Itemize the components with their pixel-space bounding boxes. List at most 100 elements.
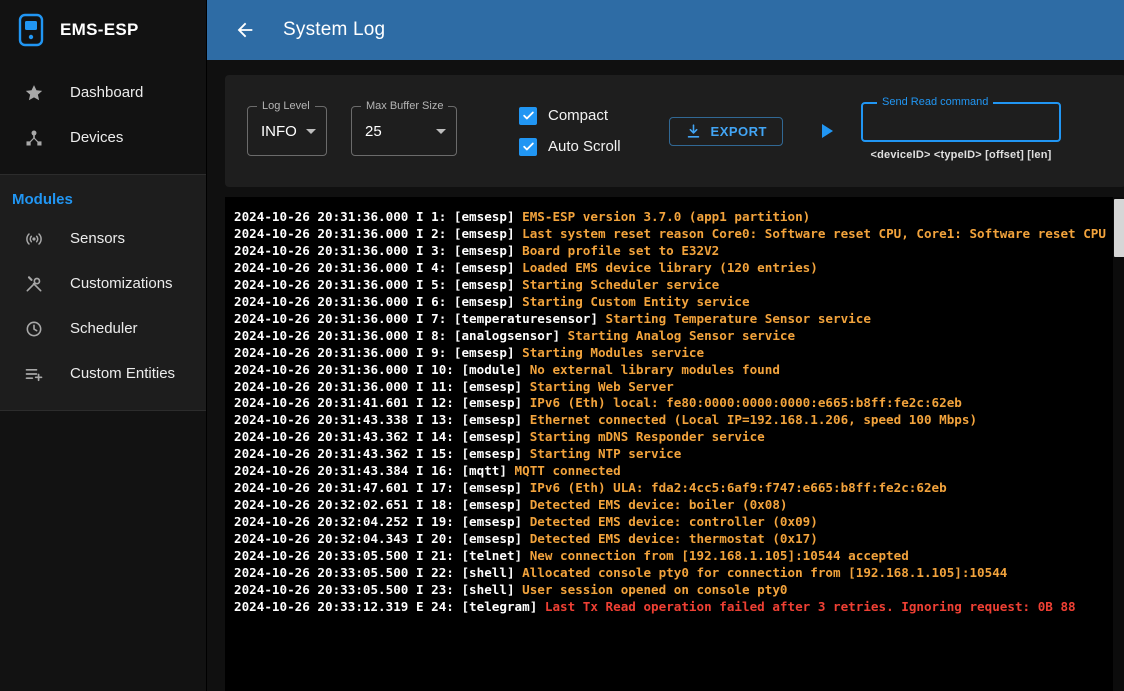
sidebar-item-label: Sensors: [70, 230, 125, 247]
sidebar-modules-section: Modules Sensors: [0, 174, 206, 411]
sidebar-item-label: Dashboard: [70, 84, 143, 101]
log-level-select[interactable]: Log Level INFO: [247, 106, 327, 156]
sidebar-item-sensors[interactable]: Sensors: [0, 216, 206, 261]
send-command-play-button[interactable]: [813, 118, 839, 144]
log-line-prefix: 2024-10-26 20:31:36.000 I 3: [emsesp]: [234, 243, 522, 258]
log-line-prefix: 2024-10-26 20:31:36.000 I 10: [module]: [234, 362, 530, 377]
log-line: 2024-10-26 20:31:36.000 I 2: [emsesp] La…: [234, 226, 1106, 243]
log-line-message: MQTT connected: [515, 463, 621, 478]
chevron-down-icon: [306, 129, 316, 134]
log-lines: 2024-10-26 20:31:36.000 I 1: [emsesp] EM…: [225, 197, 1124, 691]
log-line: 2024-10-26 20:31:36.000 I 7: [temperatur…: [234, 311, 1106, 328]
system-log-panel[interactable]: 2024-10-26 20:31:36.000 I 1: [emsesp] EM…: [225, 197, 1124, 691]
log-line-message: Starting Scheduler service: [522, 277, 719, 292]
log-line-message: Allocated console pty0 for connection fr…: [522, 565, 1007, 580]
chevron-down-icon: [436, 129, 446, 134]
log-line: 2024-10-26 20:32:02.651 I 18: [emsesp] D…: [234, 497, 1106, 514]
tools-icon: [24, 274, 44, 294]
log-line: 2024-10-26 20:32:04.252 I 19: [emsesp] D…: [234, 514, 1106, 531]
log-line: 2024-10-26 20:31:43.338 I 13: [emsesp] E…: [234, 412, 1106, 429]
send-read-label: Send Read command: [877, 96, 993, 108]
export-button[interactable]: EXPORT: [669, 117, 783, 146]
checkbox-checked-icon: [519, 107, 537, 125]
log-line-message: Board profile set to E32V2: [522, 243, 719, 258]
log-line-prefix: 2024-10-26 20:31:43.338 I 13: [emsesp]: [234, 412, 530, 427]
log-line: 2024-10-26 20:33:05.500 I 23: [shell] Us…: [234, 582, 1106, 599]
sidebar-item-custom-entities[interactable]: Custom Entities: [0, 351, 206, 396]
sidebar-item-label: Custom Entities: [70, 365, 175, 382]
compact-checkbox[interactable]: Compact: [519, 107, 621, 125]
log-scrollbar-thumb[interactable]: [1114, 199, 1124, 257]
sidebar-item-label: Customizations: [70, 275, 173, 292]
log-line-message: Starting Custom Entity service: [522, 294, 749, 309]
log-line-prefix: 2024-10-26 20:31:43.384 I 16: [mqtt]: [234, 463, 515, 478]
ems-esp-logo-icon: [16, 12, 46, 48]
log-controls-card: Log Level INFO Max Buffer Size 25: [225, 75, 1124, 187]
log-line-prefix: 2024-10-26 20:31:43.362 I 14: [emsesp]: [234, 429, 530, 444]
log-line-prefix: 2024-10-26 20:32:04.343 I 20: [emsesp]: [234, 531, 530, 546]
log-line-message: User session opened on console pty0: [522, 582, 787, 597]
sidebar-item-devices[interactable]: Devices: [0, 115, 206, 160]
back-button[interactable]: [233, 18, 257, 42]
device-hub-icon: [24, 128, 44, 148]
app-title: EMS-ESP: [60, 20, 139, 40]
log-line-prefix: 2024-10-26 20:31:36.000 I 7: [temperatur…: [234, 311, 606, 326]
sidebar-item-scheduler[interactable]: Scheduler: [0, 306, 206, 351]
export-button-label: EXPORT: [711, 124, 767, 139]
log-line-message: IPv6 (Eth) ULA: fda2:4cc5:6af9:f747:e665…: [530, 480, 947, 495]
log-line-message: EMS-ESP version 3.7.0 (app1 partition): [522, 209, 810, 224]
max-buffer-select[interactable]: Max Buffer Size 25: [351, 106, 457, 156]
log-line-message: No external library modules found: [530, 362, 780, 377]
page-title: System Log: [283, 19, 385, 41]
log-line-prefix: 2024-10-26 20:31:43.362 I 15: [emsesp]: [234, 446, 530, 461]
log-line-prefix: 2024-10-26 20:31:41.601 I 12: [emsesp]: [234, 395, 530, 410]
log-line-message: Starting NTP service: [530, 446, 682, 461]
log-line-message: Starting Temperature Sensor service: [606, 311, 871, 326]
log-scrollbar: [1113, 197, 1124, 691]
log-line-message: Last Tx Read operation failed after 3 re…: [545, 599, 1076, 614]
log-line: 2024-10-26 20:31:36.000 I 8: [analogsens…: [234, 328, 1106, 345]
content: Log Level INFO Max Buffer Size 25: [207, 60, 1124, 691]
compact-label: Compact: [548, 107, 608, 124]
playlist-add-icon: [24, 364, 44, 384]
sidebar-nav-main: Dashboard Devices: [0, 60, 206, 174]
auto-scroll-label: Auto Scroll: [548, 138, 621, 155]
log-line-prefix: 2024-10-26 20:31:47.601 I 17: [emsesp]: [234, 480, 530, 495]
log-line-message: Starting Analog Sensor service: [568, 328, 795, 343]
log-line-prefix: 2024-10-26 20:33:05.500 I 21: [telnet]: [234, 548, 530, 563]
log-line-prefix: 2024-10-26 20:32:02.651 I 18: [emsesp]: [234, 497, 530, 512]
sidebar: EMS-ESP Dashboard Devices: [0, 0, 207, 691]
sidebar-item-dashboard[interactable]: Dashboard: [0, 70, 206, 115]
log-line-prefix: 2024-10-26 20:31:36.000 I 4: [emsesp]: [234, 260, 522, 275]
log-line: 2024-10-26 20:31:36.000 I 11: [emsesp] S…: [234, 379, 1106, 396]
log-line: 2024-10-26 20:32:04.343 I 20: [emsesp] D…: [234, 531, 1106, 548]
log-line-message: Loaded EMS device library (120 entries): [522, 260, 818, 275]
log-line: 2024-10-26 20:31:43.362 I 14: [emsesp] S…: [234, 429, 1106, 446]
appbar: System Log: [207, 0, 1124, 60]
log-line-message: Starting Web Server: [530, 379, 674, 394]
log-line-prefix: 2024-10-26 20:33:05.500 I 22: [shell]: [234, 565, 522, 580]
download-icon: [685, 123, 702, 140]
star-icon: [24, 83, 44, 103]
sidebar-item-customizations[interactable]: Customizations: [0, 261, 206, 306]
log-line: 2024-10-26 20:31:36.000 I 4: [emsesp] Lo…: [234, 260, 1106, 277]
checkbox-column: Compact Auto Scroll: [519, 107, 621, 156]
auto-scroll-checkbox[interactable]: Auto Scroll: [519, 138, 621, 156]
send-read-input[interactable]: [873, 114, 1049, 130]
log-line-message: New connection from [192.168.1.105]:1054…: [530, 548, 909, 563]
log-line-message: Detected EMS device: boiler (0x08): [530, 497, 788, 512]
log-line: 2024-10-26 20:33:05.500 I 22: [shell] Al…: [234, 565, 1106, 582]
log-line-message: Starting Modules service: [522, 345, 704, 360]
modules-section-header: Modules: [0, 181, 206, 216]
max-buffer-value: 25: [365, 123, 382, 140]
log-line-prefix: 2024-10-26 20:31:36.000 I 6: [emsesp]: [234, 294, 522, 309]
checkbox-checked-icon: [519, 138, 537, 156]
log-line: 2024-10-26 20:31:36.000 I 6: [emsesp] St…: [234, 294, 1106, 311]
sidebar-header: EMS-ESP: [0, 0, 206, 60]
max-buffer-label: Max Buffer Size: [361, 100, 448, 112]
log-line-message: Starting mDNS Responder service: [530, 429, 765, 444]
log-line-prefix: 2024-10-26 20:31:36.000 I 1: [emsesp]: [234, 209, 522, 224]
log-line-message: Detected EMS device: controller (0x09): [530, 514, 818, 529]
log-line-prefix: 2024-10-26 20:31:36.000 I 9: [emsesp]: [234, 345, 522, 360]
log-line-prefix: 2024-10-26 20:33:05.500 I 23: [shell]: [234, 582, 522, 597]
